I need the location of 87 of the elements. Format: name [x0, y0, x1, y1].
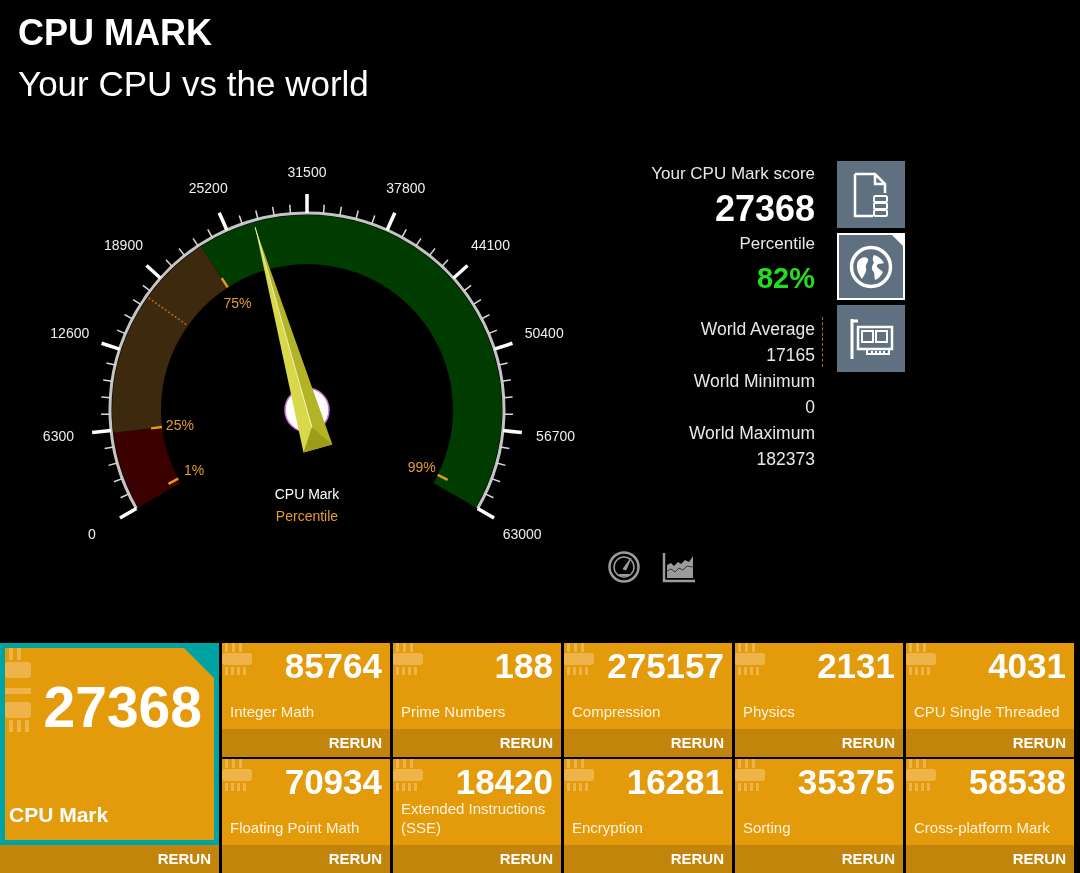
stat-value: 17165 — [766, 344, 815, 367]
report-button[interactable] — [837, 161, 905, 228]
scale-label: 0 — [88, 526, 96, 543]
stat-label: World Maximum — [688, 422, 815, 445]
rerun-button[interactable]: RERUN — [735, 729, 903, 757]
percentile-label: 25% — [165, 417, 194, 433]
corner-notch-icon — [184, 648, 214, 678]
globe-button[interactable] — [837, 233, 905, 300]
result-tile[interactable]: 2131 Physics — [735, 643, 903, 729]
score-value: 16281 — [626, 765, 724, 799]
rerun-button[interactable]: RERUN — [393, 845, 561, 873]
percentile-label: 1% — [183, 462, 205, 479]
test-label: Extended Instructions (SSE) — [401, 799, 547, 837]
rerun-button[interactable]: RERUN — [564, 729, 732, 757]
test-label: Floating Point Math — [230, 818, 360, 837]
average-marker — [147, 297, 187, 326]
globe-icon — [849, 244, 893, 289]
scale-label: 50400 — [524, 324, 564, 341]
test-label: CPU Mark — [9, 802, 109, 828]
scale-label: 18900 — [104, 236, 143, 253]
percentile-marker — [437, 473, 449, 481]
rerun-button[interactable]: RERUN — [0, 845, 219, 873]
score-value: 70934 — [284, 765, 382, 799]
corner-fold-icon — [892, 235, 903, 246]
rerun-button[interactable]: RERUN — [564, 845, 732, 873]
scale-label: 6300 — [42, 428, 74, 445]
overall-score-tile[interactable]: 27368 CPU Mark — [0, 643, 219, 845]
percentile-label: Percentile — [739, 233, 815, 255]
scale-label: 31500 — [287, 164, 327, 180]
result-tile[interactable]: 35375 Sorting — [735, 759, 903, 845]
area-chart-icon[interactable] — [662, 551, 696, 583]
result-tile[interactable]: 18420 Extended Instructions (SSE) — [393, 759, 561, 845]
stat-value: 0 — [805, 396, 815, 419]
score-value: 58538 — [968, 765, 1066, 799]
scale-label: 12600 — [50, 324, 90, 341]
test-label: Cross-platform Mark — [914, 818, 1050, 837]
rerun-button[interactable]: RERUN — [735, 845, 903, 873]
percentile-value: 82% — [756, 261, 815, 296]
score-value: 27368 — [714, 187, 815, 231]
result-tile[interactable]: 4031 CPU Single Threaded — [906, 643, 1074, 729]
score-value: 27368 — [43, 679, 202, 735]
score-value: 275157 — [607, 649, 724, 683]
score-value: 35375 — [797, 765, 895, 799]
gauge-subtitle: Percentile — [275, 508, 339, 524]
stat-value: 182373 — [756, 448, 815, 471]
test-label: Encryption — [572, 818, 643, 837]
percentile-marker — [220, 277, 229, 289]
rerun-button[interactable]: RERUN — [906, 845, 1074, 873]
stat-label: World Minimum — [693, 370, 815, 393]
result-tile[interactable]: 275157 Compression — [564, 643, 732, 729]
percentile-marker — [150, 425, 163, 430]
score-label: Your CPU Mark score — [651, 163, 815, 185]
gauge-icon[interactable] — [608, 551, 640, 583]
page-title: CPU MARK — [18, 13, 212, 53]
result-tile[interactable]: 58538 Cross-platform Mark — [906, 759, 1074, 845]
result-tile[interactable]: 16281 Encryption — [564, 759, 732, 845]
rerun-button[interactable]: RERUN — [906, 729, 1074, 757]
score-value: 2131 — [817, 649, 895, 683]
test-label: Sorting — [743, 818, 791, 837]
scale-label: 25200 — [188, 180, 228, 197]
test-label: Integer Math — [230, 702, 315, 721]
rerun-button[interactable]: RERUN — [222, 729, 390, 757]
test-label: Physics — [743, 702, 795, 721]
score-value: 18420 — [455, 765, 553, 799]
scale-label: 63000 — [502, 526, 542, 543]
result-tile[interactable]: 188 Prime Numbers — [393, 643, 561, 729]
result-tile[interactable]: 85764 Integer Math — [222, 643, 390, 729]
test-label: Prime Numbers — [401, 702, 506, 721]
scale-label: 56700 — [536, 428, 576, 445]
test-label: Compression — [572, 702, 661, 721]
test-label: CPU Single Threaded — [914, 702, 1060, 721]
percentile-label: 99% — [407, 458, 436, 475]
result-tile[interactable]: 70934 Floating Point Math — [222, 759, 390, 845]
score-value: 85764 — [284, 649, 382, 683]
percentile-marker — [167, 477, 179, 485]
percentile-label: 75% — [223, 294, 252, 311]
score-value: 4031 — [988, 649, 1066, 683]
score-value: 188 — [494, 649, 553, 683]
stat-label: World Average — [700, 318, 815, 341]
page-subtitle: Your CPU vs the world — [18, 64, 369, 104]
rerun-button[interactable]: RERUN — [393, 729, 561, 757]
scale-label: 37800 — [386, 180, 426, 197]
document-icon — [853, 171, 889, 218]
gauge-title: CPU Mark — [274, 486, 340, 502]
card-button[interactable] — [837, 305, 905, 372]
rerun-button[interactable]: RERUN — [222, 845, 390, 873]
scale-label: 44100 — [471, 236, 510, 253]
